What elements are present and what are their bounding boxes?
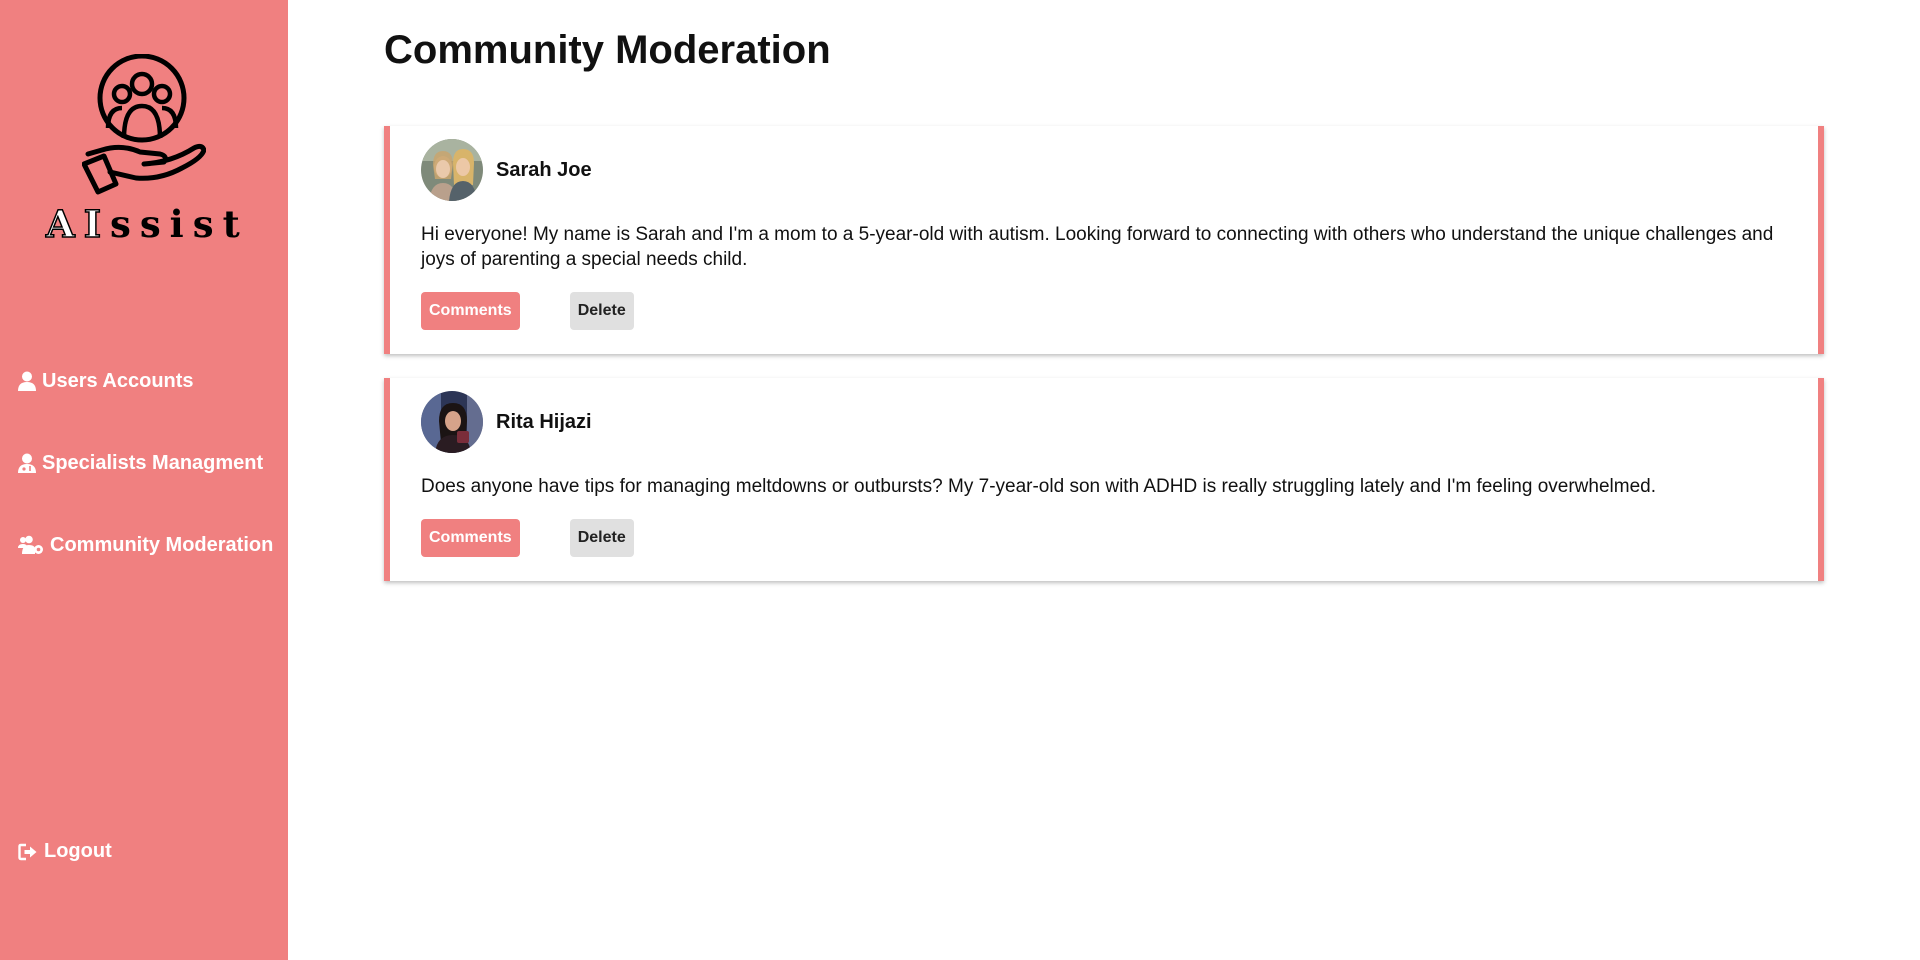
post-author: Rita Hijazi [496, 410, 592, 433]
brand-logo[interactable]: AIssist [36, 54, 252, 254]
logout-label: Logout [44, 840, 112, 862]
logout-button[interactable]: Logout [18, 840, 112, 863]
page-title: Community Moderation [384, 28, 831, 72]
delete-button[interactable]: Delete [569, 292, 634, 330]
main-content: Community Moderation Sarah Joe Hi everyo… [288, 0, 1920, 960]
post-body: Hi everyone! My name is Sarah and I'm a … [421, 224, 1774, 270]
post-actions: Comments Delete [421, 292, 1800, 330]
sidebar: AIssist Users Accounts Specialists Manag… [0, 0, 288, 960]
delete-button[interactable]: Delete [569, 519, 634, 557]
post-card: Rita Hijazi Does anyone have tips for ma… [384, 378, 1824, 581]
post-list: Sarah Joe Hi everyone! My name is Sarah … [384, 126, 1824, 605]
brand-name-suffix: ssist [110, 202, 249, 246]
user-icon [18, 371, 36, 391]
post-header: Sarah Joe [421, 138, 1800, 202]
avatar [421, 139, 483, 201]
comments-button[interactable]: Comments [421, 519, 520, 557]
app-root: AIssist Users Accounts Specialists Manag… [0, 0, 1920, 960]
post-header: Rita Hijazi [421, 390, 1800, 454]
sidebar-item-users-accounts[interactable]: Users Accounts [18, 364, 273, 398]
post-actions: Comments Delete [421, 519, 1800, 557]
post-body: Does anyone have tips for managing meltd… [421, 476, 1656, 497]
sidebar-nav: Users Accounts Specialists Managment Com… [18, 364, 273, 610]
comments-button[interactable]: Comments [421, 292, 520, 330]
specialist-icon [18, 453, 36, 473]
sidebar-item-label: Community Moderation [50, 533, 274, 556]
post-author: Sarah Joe [496, 158, 592, 181]
brand-name: AIssist [45, 201, 249, 247]
post-card: Sarah Joe Hi everyone! My name is Sarah … [384, 126, 1824, 354]
sidebar-item-community-moderation[interactable]: Community Moderation [18, 528, 273, 562]
community-hand-icon [82, 54, 206, 195]
avatar [421, 391, 483, 453]
users-cog-icon [18, 535, 44, 555]
sidebar-item-label: Specialists Managment [42, 451, 264, 474]
logout-icon [18, 843, 38, 861]
brand-name-prefix: AI [45, 201, 111, 247]
sidebar-item-specialists-managment[interactable]: Specialists Managment [18, 446, 273, 480]
sidebar-item-label: Users Accounts [42, 369, 194, 392]
